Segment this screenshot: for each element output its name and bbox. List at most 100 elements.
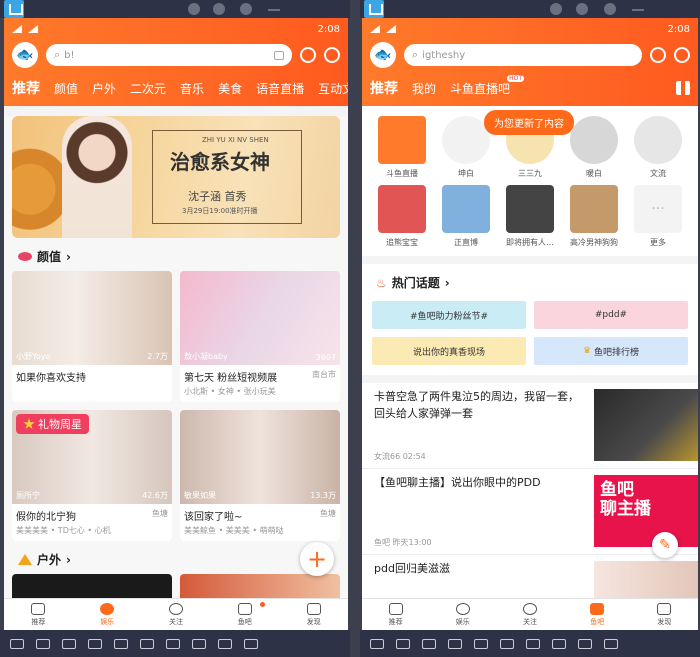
nav-follow[interactable]: 关注 [142,599,211,630]
divider [362,375,698,383]
category-tabs: 推荐 颜值 户外 二次元 音乐 美食 语音直播 互动文 [4,70,348,106]
promo-banner[interactable]: ZHI YU XI NV SHEN 治愈系女神 沈子涵 首秀 3月29日19:0… [12,116,340,238]
yuba-avatar[interactable]: 高冷男神狗狗 [562,185,626,248]
tab-outdoor[interactable]: 户外 [92,80,116,97]
hot-topics-header[interactable]: ♨ 热门话题 › [362,264,698,297]
tab-food[interactable]: 美食 [218,80,242,97]
keyboard-icon[interactable] [114,638,128,649]
compose-button[interactable]: ✎ [652,532,678,558]
home-nav-icon[interactable] [396,638,410,649]
tab-mine[interactable]: 我的 [412,80,436,97]
tab-music[interactable]: 音乐 [180,80,204,97]
nav-discover[interactable]: 发现 [631,599,698,630]
gift-icon[interactable] [576,3,588,15]
yuba-avatar[interactable]: 正直博 [434,185,498,248]
nav-follow[interactable]: 关注 [496,599,563,630]
scan-icon[interactable] [274,50,284,60]
yuba-avatar[interactable]: 即将拥有人… [498,185,562,248]
location-icon[interactable] [578,638,592,649]
message-icon[interactable] [674,47,690,63]
screen-icon[interactable] [88,638,102,649]
topic-chip[interactable]: #鱼吧助力粉丝节# [372,301,526,329]
screen-icon[interactable] [448,638,462,649]
gift-icon[interactable] [213,3,225,15]
home-nav-icon[interactable] [36,638,50,649]
section-beauty-header[interactable]: 颜值 › [4,238,348,271]
right-phone-screen: 2:08 🐟 ⌕ igtheshy 推荐 我的 斗鱼直播吧 HOT 斗鱼直播 坤… [362,18,698,630]
stream-card[interactable]: 敖小凝baby 3607 第七天 粉丝短视频展 南台市 小北斯 • 女神 • 张小… [180,271,340,402]
yuba-avatar[interactable]: 追熊宝宝 [370,185,434,248]
nav-recommend[interactable]: 推荐 [362,599,429,630]
apk-icon[interactable] [526,638,540,649]
stream-thumbnail: 小野Yoyo 2.7万 [12,271,172,365]
stream-card[interactable]: 小野Yoyo 2.7万 如果你喜欢支持 [12,271,172,402]
nav-recommend[interactable]: 推荐 [4,599,73,630]
discover-icon [657,602,672,615]
right-content: 斗鱼直播 坤白 三三九 暖白 文流 追熊宝宝 正直博 即将拥有人… 高冷男神狗狗… [362,106,698,615]
back-icon[interactable] [10,638,24,649]
minimize-icon[interactable] [268,9,280,11]
keyboard-icon[interactable] [474,638,488,649]
nav-discover[interactable]: 发现 [279,599,348,630]
yuba-avatar[interactable]: 文流 [626,116,690,179]
nav-entertainment[interactable]: 娱乐 [73,599,142,630]
topic-chip[interactable]: #pdd# [534,301,688,329]
avatar-label: 文流 [650,169,666,178]
scissors-icon[interactable] [552,638,566,649]
yuba-avatar[interactable]: 斗鱼直播 [370,116,434,179]
settings-icon[interactable] [604,3,616,15]
eye-icon[interactable] [500,638,514,649]
nav-label: 推荐 [388,617,403,626]
stream-card[interactable]: 礼物周星 厕所宁 42.6万 假你的北宁狗 鱼塘 美美美美 • TD七心 • 心机 [12,410,172,541]
nav-label: 鱼吧 [237,617,252,626]
avatar-label: 正直博 [454,238,478,247]
topic-chip[interactable]: ♛ 鱼吧排行榜 [534,337,688,365]
history-icon[interactable] [650,47,666,63]
nav-yuba[interactable]: 鱼吧 [210,599,279,630]
nav-entertainment[interactable]: 娱乐 [429,599,496,630]
scissors-icon[interactable] [192,638,206,649]
tab-anime[interactable]: 二次元 [130,80,166,97]
stream-card[interactable]: 敏果如果 13.3万 该回家了啦~ 鱼塘 美美鲸鱼 • 美美美 • 萌萌哒 [180,410,340,541]
streamer-name: 厕所宁 [16,491,40,500]
avatar-label: 暖白 [586,169,602,178]
douyu-logo-icon[interactable]: 🐟 [370,42,396,68]
eye-icon[interactable] [140,638,154,649]
add-button[interactable]: + [300,542,334,576]
search-input[interactable]: ⌕ igtheshy [404,44,642,66]
post-item[interactable]: 卡普空急了两件鬼泣5的周边，我留一套，回头给人家弹弹一套 女流66 02:54 [362,383,698,469]
yuba-tabs: 推荐 我的 斗鱼直播吧 HOT [362,70,698,106]
message-icon[interactable] [324,47,340,63]
back-icon[interactable] [370,638,384,649]
tab-douyu-live[interactable]: 斗鱼直播吧 HOT [450,74,525,97]
more-icon[interactable] [604,638,618,649]
account-icon[interactable] [550,3,562,15]
topic-chip[interactable]: 说出你的真香现场 [372,337,526,365]
account-icon[interactable] [188,3,200,15]
more-icon[interactable] [244,638,258,649]
home-icon[interactable] [364,0,384,18]
home-icon[interactable] [4,0,24,18]
lips-icon [18,252,32,261]
search-input[interactable]: ⌕ b! [46,44,292,66]
tab-recommend[interactable]: 推荐 [12,78,40,98]
topic-label: #鱼吧助力粉丝节# [409,311,489,322]
post-item[interactable]: 【鱼吧聊主播】说出你眼中的PDD 鱼吧 昨天13:00 鱼吧 聊主播 [362,469,698,555]
tab-interactive[interactable]: 互动文 [318,80,348,97]
post-meta: 鱼吧 昨天13:00 [374,538,432,547]
minimize-icon[interactable] [632,9,644,11]
grid-menu-icon[interactable] [676,81,690,95]
nav-yuba[interactable]: 鱼吧 [564,599,631,630]
more-button[interactable]: ··· 更多 [626,185,690,248]
location-icon[interactable] [218,638,232,649]
recents-icon[interactable] [422,638,436,649]
tab-beauty[interactable]: 颜值 [54,80,78,97]
tab-recommend[interactable]: 推荐 [370,78,398,98]
tab-voice[interactable]: 语音直播 [256,80,304,97]
apk-icon[interactable] [166,638,180,649]
douyu-logo-icon[interactable]: 🐟 [12,42,38,68]
section-outdoor-header[interactable]: 户外 › [4,541,348,574]
recents-icon[interactable] [62,638,76,649]
settings-icon[interactable] [240,3,252,15]
history-icon[interactable] [300,47,316,63]
